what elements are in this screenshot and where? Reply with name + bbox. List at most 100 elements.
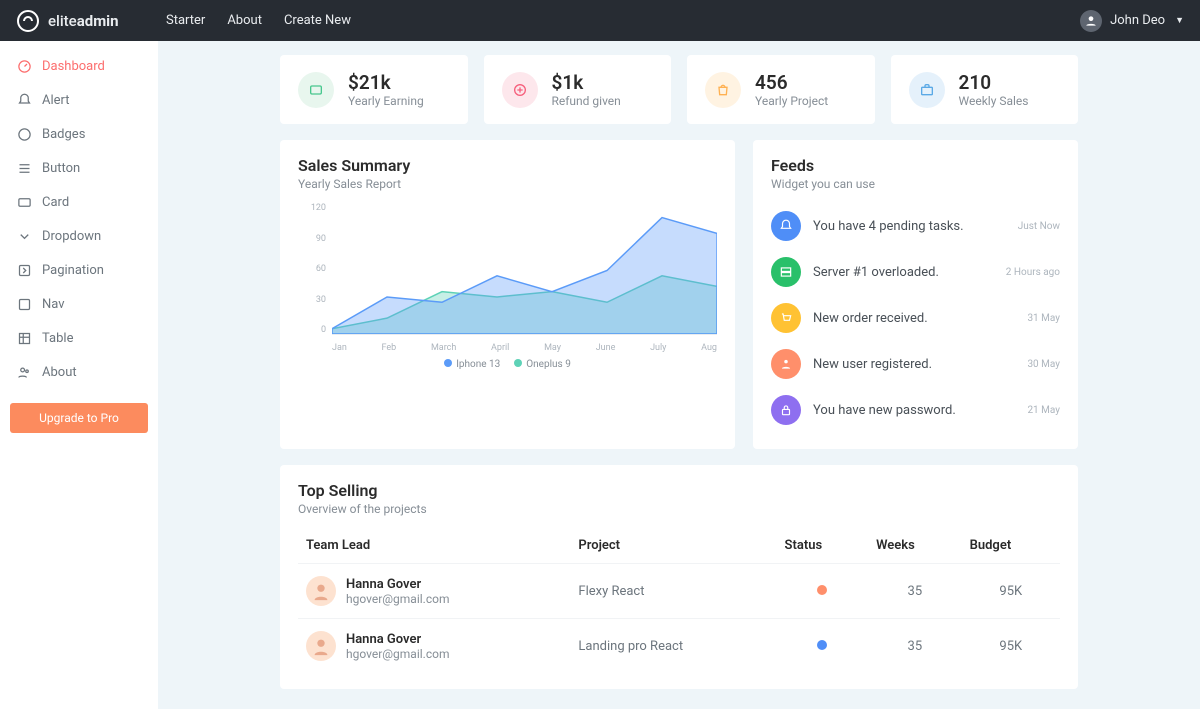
table-row[interactable]: Hanna Goverhgover@gmail.comLanding pro R… (298, 619, 1060, 674)
user-menu[interactable]: John Deo ▼ (1080, 10, 1184, 32)
sidebar-item-button[interactable]: Button (0, 151, 158, 185)
th-lead: Team Lead (298, 528, 570, 564)
stat-label: Weekly Sales (959, 94, 1029, 108)
feed-item[interactable]: New order received. 31 May (771, 295, 1060, 341)
stat-card: 456Yearly Project (687, 55, 875, 124)
user-icon (771, 349, 801, 379)
stat-value: $21k (348, 71, 424, 94)
bell-icon (771, 211, 801, 241)
refund-icon (502, 72, 538, 108)
sidebar-item-pagination[interactable]: Pagination (0, 253, 158, 287)
lead-name: Hanna Gover (346, 632, 449, 647)
feed-item[interactable]: You have new password.21 May (771, 387, 1060, 433)
sidebar-item-label: Dropdown (42, 229, 101, 244)
sidebar-item-label: About (42, 365, 77, 380)
topnav-create-new[interactable]: Create New (284, 13, 351, 28)
feed-item[interactable]: You have 4 pending tasks. Just Now (771, 203, 1060, 249)
feeds-subtitle: Widget you can use (771, 177, 1060, 191)
feed-time: Just Now (1018, 221, 1060, 232)
stat-value: 456 (755, 71, 828, 94)
user-name: John Deo (1110, 13, 1165, 28)
feed-text: New user registered. (813, 357, 1015, 372)
bell-icon (16, 92, 32, 108)
nav-icon (16, 296, 32, 312)
dashboard-icon (16, 58, 32, 74)
sidebar-item-about[interactable]: About (0, 355, 158, 389)
users-icon (16, 364, 32, 380)
feed-time: 31 May (1027, 313, 1060, 324)
sidebar-item-label: Alert (42, 93, 70, 108)
sidebar-item-alert[interactable]: Alert (0, 83, 158, 117)
stat-row: $21kYearly Earning$1kRefund given456Year… (280, 55, 1078, 124)
cell-status (777, 619, 869, 674)
feeds-title: Feeds (771, 156, 1060, 175)
briefcase-icon (909, 72, 945, 108)
sidebar-item-label: Table (42, 331, 73, 346)
stat-value: 210 (959, 71, 1029, 94)
topnav-starter[interactable]: Starter (166, 13, 205, 28)
stat-card: 210Weekly Sales (891, 55, 1079, 124)
top-selling-table: Team Lead Project Status Weeks Budget Ha… (298, 528, 1060, 673)
card-icon (16, 194, 32, 210)
upgrade-button[interactable]: Upgrade to Pro (10, 403, 148, 433)
sidebar-item-label: Badges (42, 127, 85, 142)
legend-item: Oneplus 9 (514, 359, 571, 370)
brand-name: eliteadmin (48, 12, 119, 30)
sidebar-item-badges[interactable]: Badges (0, 117, 158, 151)
stat-value: $1k (552, 71, 621, 94)
dropdown-icon (16, 228, 32, 244)
cart-icon (771, 303, 801, 333)
stat-label: Refund given (552, 94, 621, 108)
tag-icon (16, 126, 32, 142)
sales-chart: 1209060300 JanFebMarchAprilMayJuneJulyAu… (298, 203, 717, 353)
avatar (306, 576, 336, 606)
stat-card: $1kRefund given (484, 55, 672, 124)
stat-label: Yearly Earning (348, 94, 424, 108)
top-selling-card: Top Selling Overview of the projects Tea… (280, 465, 1078, 689)
wallet-icon (298, 72, 334, 108)
list-icon (16, 160, 32, 176)
th-project: Project (570, 528, 776, 564)
sidebar-item-card[interactable]: Card (0, 185, 158, 219)
pagination-icon (16, 262, 32, 278)
lead-name: Hanna Gover (346, 577, 449, 592)
feed-text: New order received. (813, 311, 1015, 326)
table-icon (16, 330, 32, 346)
lead-email: hgover@gmail.com (346, 647, 449, 661)
chevron-down-icon: ▼ (1175, 15, 1184, 26)
th-status: Status (777, 528, 869, 564)
cell-weeks: 35 (868, 564, 962, 619)
feeds-card: Feeds Widget you can use You have 4 pend… (753, 140, 1078, 449)
sidebar-item-nav[interactable]: Nav (0, 287, 158, 321)
cell-weeks: 35 (868, 619, 962, 674)
sidebar-item-dropdown[interactable]: Dropdown (0, 219, 158, 253)
lock-icon (771, 395, 801, 425)
cell-budget: 95K (962, 619, 1060, 674)
feed-time: 21 May (1027, 405, 1060, 416)
feed-item[interactable]: New user registered.30 May (771, 341, 1060, 387)
sidebar-item-label: Nav (42, 297, 65, 312)
sales-summary-card: Sales Summary Yearly Sales Report 120906… (280, 140, 735, 449)
brand[interactable]: eliteadmin (16, 9, 158, 33)
server-icon (771, 257, 801, 287)
sidebar: Dashboard Alert Badges Button Card Dropdown Pa… (0, 41, 158, 709)
avatar (306, 631, 336, 661)
cell-project: Flexy React (570, 564, 776, 619)
stat-label: Yearly Project (755, 94, 828, 108)
sidebar-item-label: Button (42, 161, 80, 176)
bag-icon (705, 72, 741, 108)
chart-legend: Iphone 13Oneplus 9 (298, 359, 717, 370)
sales-title: Sales Summary (298, 156, 717, 175)
sidebar-item-dashboard[interactable]: Dashboard (0, 49, 158, 83)
sidebar-item-label: Card (42, 195, 69, 210)
lead-email: hgover@gmail.com (346, 592, 449, 606)
top-nav: Starter About Create New (166, 13, 351, 28)
sidebar-item-table[interactable]: Table (0, 321, 158, 355)
feed-text: You have 4 pending tasks. (813, 219, 1006, 234)
feed-text: Server #1 overloaded. (813, 265, 994, 280)
feed-item[interactable]: Server #1 overloaded.2 Hours ago (771, 249, 1060, 295)
main-content: $21kYearly Earning$1kRefund given456Year… (158, 41, 1200, 709)
table-row[interactable]: Hanna Goverhgover@gmail.com Flexy React 35… (298, 564, 1060, 619)
sales-subtitle: Yearly Sales Report (298, 177, 717, 191)
topnav-about[interactable]: About (227, 13, 262, 28)
